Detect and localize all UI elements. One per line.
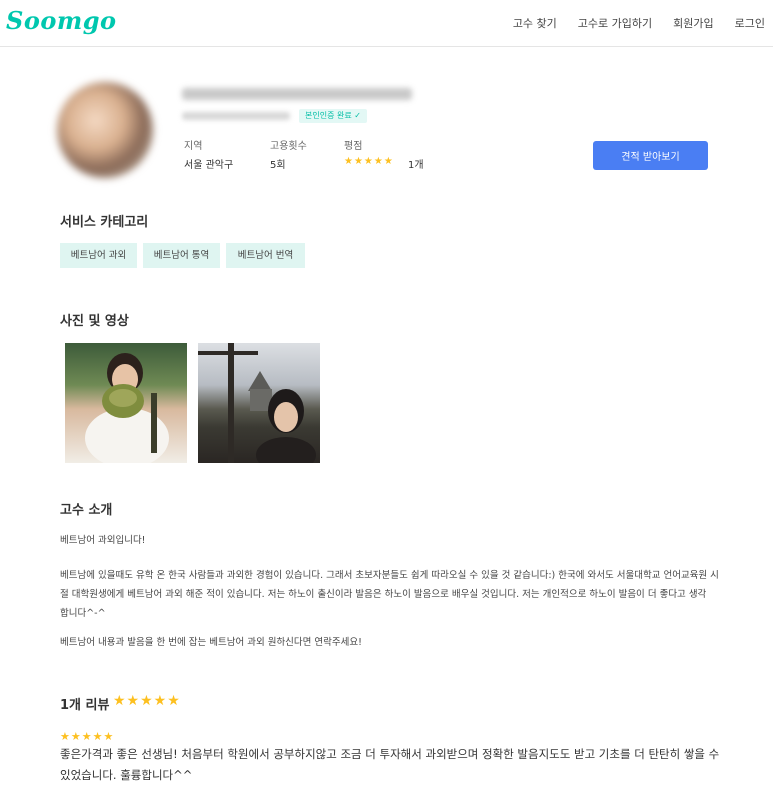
service-category-title: 서비스 카테고리	[60, 215, 149, 230]
intro-paragraph-2-line: 합니다^-^	[60, 608, 106, 619]
reviews-section-title: 1개 리뷰	[60, 698, 110, 713]
intro-section-title: 고수 소개	[60, 503, 113, 518]
profile-subtitle-blurred	[182, 112, 290, 120]
nav-login-link[interactable]: 로그인	[735, 15, 765, 31]
region-label: 지역	[184, 141, 203, 152]
photo-thumbnail-coconut[interactable]	[65, 343, 187, 463]
review-summary-stars-icon: ★★★★★	[113, 693, 181, 709]
review-count-value: 1개	[408, 160, 424, 171]
request-quote-button[interactable]: 견적 받아보기	[593, 141, 708, 170]
profile-name-blurred	[182, 88, 412, 100]
photo-thumbnail-castle[interactable]	[198, 343, 320, 463]
review-text: 좋은가격과 좋은 선생님! 처음부터 학원에서 공부하지않고 조금 더 투자해서…	[60, 747, 720, 782]
hires-label: 고용횟수	[270, 141, 307, 152]
nav-join-as-pro-link[interactable]: 고수로 가입하기	[578, 15, 652, 31]
hires-value: 5회	[270, 160, 286, 171]
top-navigation-bar: Soomgo 고수 찾기 고수로 가입하기 회원가입 로그인	[0, 0, 773, 47]
nav-signup-link[interactable]: 회원가입	[673, 15, 713, 31]
rating-stars-icon: ★★★★★	[344, 156, 394, 167]
intro-paragraph-2-line: 절 대학원생에게 베트남어 과외 해준 적이 있습니다. 저는 하노이 출신이라…	[60, 589, 707, 600]
rating-label: 평점	[344, 141, 363, 152]
intro-paragraph-2: 베트남에 있을때도 유학 온 한국 사람들과 과외한 경험이 있습니다. 그래서…	[60, 566, 720, 623]
service-chip-interpretation[interactable]: 베트남어 통역	[143, 243, 220, 268]
intro-paragraph-1: 베트남어 과외입니다!	[60, 535, 146, 546]
profile-avatar	[57, 82, 153, 178]
intro-paragraph-2-line: 베트남에 있을때도 유학 온 한국 사람들과 과외한 경험이 있습니다. 그래서…	[60, 570, 719, 581]
nav-menu: 고수 찾기 고수로 가입하기 회원가입 로그인	[513, 15, 765, 31]
service-chip-translation[interactable]: 베트남어 번역	[226, 243, 305, 268]
verified-badge: 본인인증 완료 ✓	[299, 109, 367, 123]
intro-paragraph-3: 베트남어 내용과 발음을 한 번에 잡는 베트남어 과외 원하신다면 연락주세요…	[60, 637, 362, 648]
soomgo-logo[interactable]: Soomgo	[6, 6, 117, 35]
region-value: 서울 관악구	[184, 160, 234, 171]
review-stars-icon: ★★★★★	[60, 730, 115, 743]
service-chip-tutoring[interactable]: 베트남어 과외	[60, 243, 137, 268]
nav-find-pro-link[interactable]: 고수 찾기	[513, 15, 557, 31]
media-section-title: 사진 및 영상	[60, 314, 129, 329]
